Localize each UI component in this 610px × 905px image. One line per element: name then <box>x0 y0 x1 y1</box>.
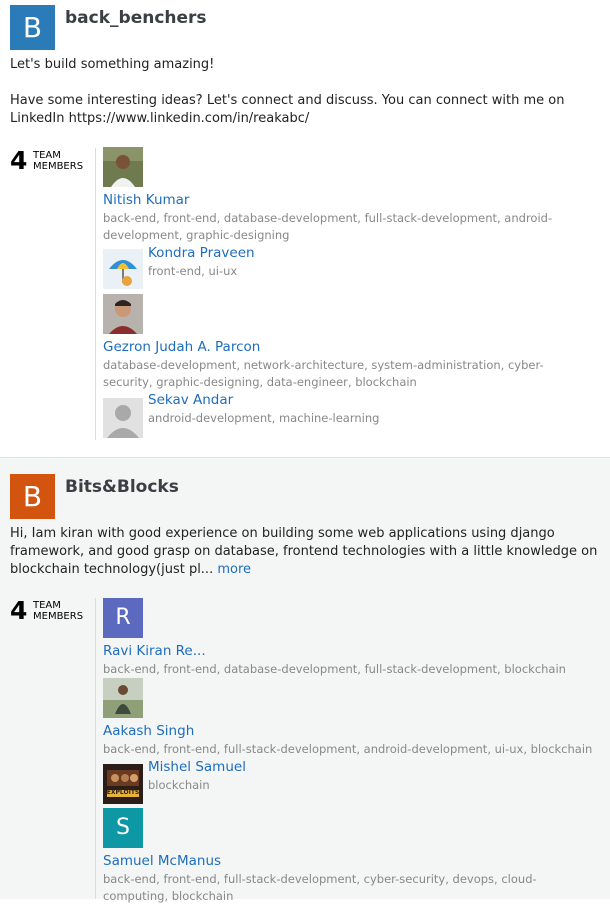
member-photo-mishel[interactable]: EXPLOITS <box>103 764 143 804</box>
member-count-number: 4 <box>10 596 28 625</box>
member-name-link[interactable]: Samuel McManus <box>103 853 221 869</box>
member-skills: blockchain <box>148 778 210 792</box>
team-avatar[interactable]: B <box>10 474 55 519</box>
member-skills: android-development, machine-learning <box>148 411 380 425</box>
member-name-link[interactable]: Ravi Kiran Re... <box>103 643 206 659</box>
members-divider <box>95 148 96 440</box>
member-photo-aakash[interactable] <box>103 678 143 718</box>
member-count-label: TEAM MEMBERS <box>33 150 103 172</box>
members-divider <box>95 598 96 899</box>
team-name[interactable]: Bits&Blocks <box>65 477 179 497</box>
team-avatar[interactable]: B <box>10 5 55 50</box>
member-skills: database-development, network-architectu… <box>103 358 544 389</box>
member-name-link[interactable]: Nitish Kumar <box>103 192 189 208</box>
person-photo-icon <box>103 678 143 718</box>
member-avatar-ravi[interactable]: R <box>103 598 143 638</box>
member-photo-gezron[interactable] <box>103 294 143 334</box>
member-photo-sekav[interactable] <box>103 398 143 438</box>
team-name[interactable]: back_benchers <box>65 8 207 28</box>
team-description: Hi, Iam kiran with good experience on bu… <box>10 525 600 579</box>
team-card-bits-and-blocks: B Bits&Blocks Hi, Iam kiran with good ex… <box>0 457 610 903</box>
poster-caption: EXPLOITS <box>106 789 140 796</box>
member-skills: back-end, front-end, full-stack-developm… <box>103 872 537 903</box>
member-count-label: TEAM MEMBERS <box>33 600 103 622</box>
default-user-icon <box>103 398 143 438</box>
member-skills: back-end, front-end, database-developmen… <box>103 662 566 676</box>
member-name-link[interactable]: Sekav Andar <box>148 392 233 408</box>
member-skills: back-end, front-end, full-stack-developm… <box>103 742 593 756</box>
member-avatar-samuel[interactable]: S <box>103 808 143 848</box>
more-link[interactable]: more <box>217 562 251 577</box>
member-name-link[interactable]: Mishel Samuel <box>148 759 246 775</box>
member-photo-nitish[interactable] <box>103 147 143 187</box>
team-card-back-benchers: B back_benchers Let's build something am… <box>0 0 610 457</box>
person-photo-icon <box>103 147 143 187</box>
person-photo-icon <box>103 294 143 334</box>
poster-image-icon <box>103 764 143 804</box>
member-skills: back-end, front-end, database-developmen… <box>103 211 553 242</box>
member-label-team: TEAM <box>33 600 61 611</box>
member-label-members: MEMBERS <box>33 611 84 622</box>
member-skills: front-end, ui-ux <box>148 264 238 278</box>
member-photo-kondra[interactable] <box>103 249 143 289</box>
team-description-tagline: Let's build something amazing! <box>10 57 215 72</box>
team-description: Have some interesting ideas? Let's conne… <box>10 93 565 126</box>
member-name-link[interactable]: Gezron Judah A. Parcon <box>103 339 260 355</box>
member-count-number: 4 <box>10 146 28 175</box>
member-name-link[interactable]: Kondra Praveen <box>148 245 255 261</box>
team-description-text: Hi, Iam kiran with good experience on bu… <box>10 526 598 577</box>
member-name-link[interactable]: Aakash Singh <box>103 723 194 739</box>
member-label-team: TEAM <box>33 150 61 161</box>
umbrella-avatar-icon <box>103 249 143 289</box>
member-label-members: MEMBERS <box>33 161 84 172</box>
